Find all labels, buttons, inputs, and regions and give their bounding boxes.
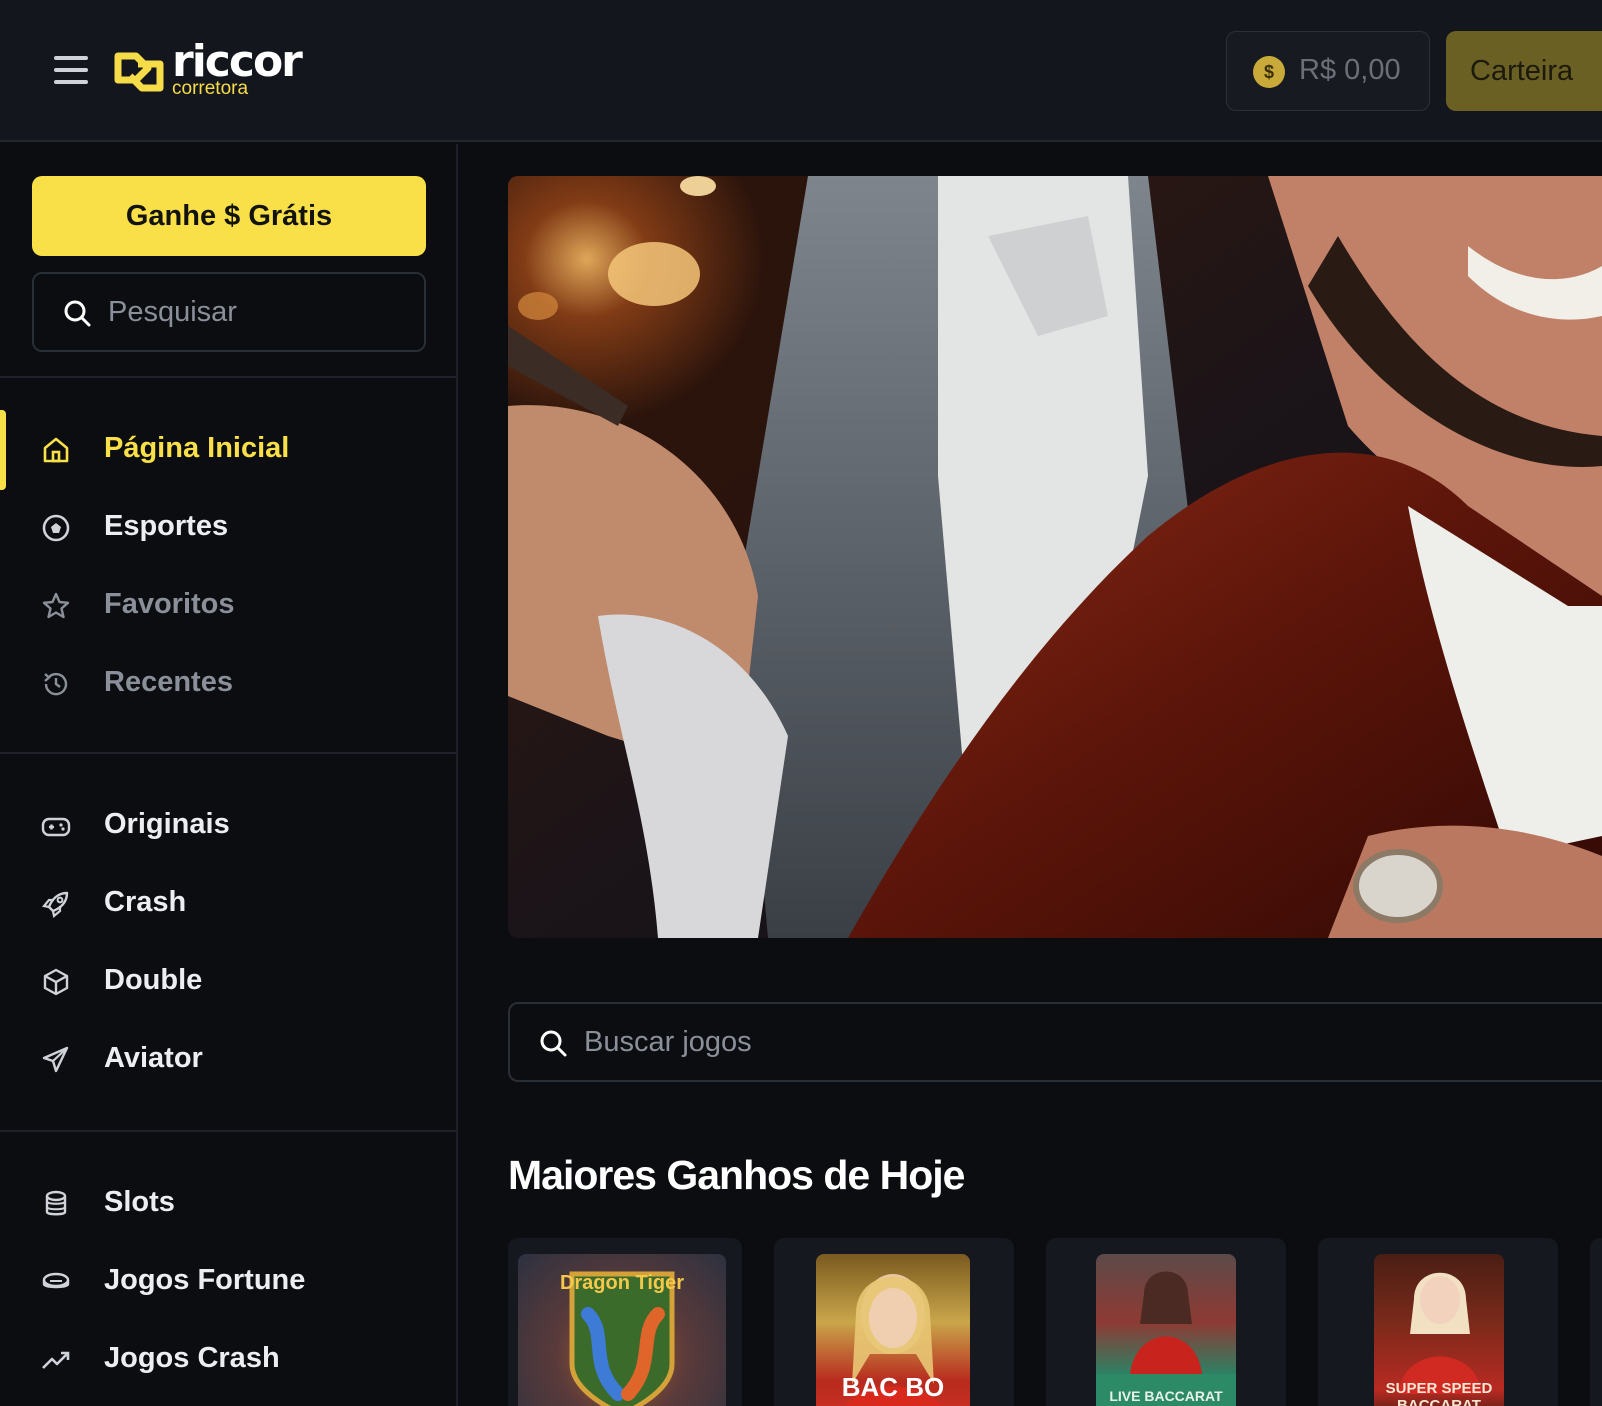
game-thumbnail: SUPER SPEED BACCARAT — [1374, 1254, 1504, 1406]
rocket-icon — [41, 891, 69, 919]
home-icon — [43, 437, 69, 463]
sidebar-item-aviator[interactable]: Aviator — [0, 1024, 456, 1094]
game-card-title: LIVE BACCARAT — [1109, 1388, 1223, 1404]
paper-plane-icon — [42, 1046, 69, 1073]
game-thumbnail: Dragon Tiger — [518, 1254, 726, 1406]
game-search-input[interactable]: Buscar jogos — [508, 1002, 1602, 1082]
game-card-title: Dragon Tiger — [559, 1272, 685, 1294]
sidebar-item-crash[interactable]: Crash — [0, 868, 456, 938]
free-bonus-button[interactable]: Ganhe $ Grátis — [32, 176, 426, 256]
game-card[interactable]: SUPER SPEED BACCARAT — [1318, 1238, 1558, 1406]
sidebar-divider — [0, 1130, 456, 1132]
sidebar-item-label: Aviator — [104, 1042, 203, 1074]
game-card[interactable]: LIVE BACCARAT — [1046, 1238, 1286, 1406]
sidebar-item-label: Página Inicial — [104, 432, 290, 464]
section-title: Maiores Ganhos de Hoje — [508, 1152, 965, 1198]
menu-icon[interactable] — [54, 56, 88, 84]
sidebar-item-favorites[interactable]: Favoritos — [0, 570, 456, 640]
brand-subtitle: corretora — [172, 78, 249, 99]
sidebar-item-label: Crash — [104, 886, 187, 918]
top-header: riccor corretora $ R$ 0,00 Carteira — [0, 0, 1602, 142]
brand-logo[interactable]: riccor corretora — [114, 36, 304, 100]
sidebar-item-recent[interactable]: Recentes — [0, 648, 456, 718]
search-icon — [64, 300, 91, 327]
logo-mark-icon — [114, 52, 164, 92]
sidebar-item-double[interactable]: Double — [0, 946, 456, 1016]
sidebar-item-label: Favoritos — [104, 588, 235, 620]
sidebar-divider — [0, 752, 456, 754]
hero-banner[interactable] — [508, 176, 1602, 938]
game-card-title: SUPER SPEED BACCARAT — [1385, 1380, 1493, 1406]
gamepad-icon — [41, 817, 71, 837]
sidebar-item-label: Jogos Fortune — [104, 1264, 306, 1296]
dealer-portrait — [1096, 1271, 1236, 1406]
sidebar-item-fortune[interactable]: Jogos Fortune — [0, 1246, 456, 1316]
sidebar-item-crash-games[interactable]: Jogos Crash — [0, 1324, 456, 1394]
game-card-partial[interactable] — [1590, 1238, 1602, 1406]
search-icon — [540, 1030, 567, 1057]
star-icon — [42, 592, 70, 619]
sidebar-item-label: Esportes — [104, 510, 229, 542]
sidebar-search-placeholder: Pesquisar — [108, 296, 237, 328]
sidebar-item-label: Recentes — [104, 666, 233, 698]
game-thumbnail: LIVE BACCARAT — [1096, 1254, 1236, 1406]
sidebar-search-input[interactable]: Pesquisar — [32, 272, 426, 352]
sidebar-item-label: Slots — [104, 1186, 175, 1218]
sidebar-item-label: Originais — [104, 808, 230, 840]
game-thumbnail: BAC BO — [816, 1254, 970, 1406]
coin-icon: $ — [1253, 56, 1285, 88]
sidebar-item-slots[interactable]: Slots — [0, 1168, 456, 1238]
sidebar-item-label: Double — [104, 964, 203, 996]
chip-icon — [42, 1272, 70, 1289]
history-icon — [44, 672, 68, 696]
balance-display[interactable]: $ R$ 0,00 — [1226, 31, 1430, 111]
game-search-placeholder: Buscar jogos — [584, 1026, 752, 1058]
sidebar: Ganhe $ Grátis Pesquisar Página Inicial … — [0, 144, 458, 1406]
game-card[interactable]: BAC BO — [774, 1238, 1014, 1406]
sidebar-item-label: Jogos Crash — [104, 1342, 280, 1374]
cube-icon — [43, 968, 69, 996]
sidebar-item-sports[interactable]: Esportes — [0, 492, 456, 562]
soccer-ball-icon — [42, 514, 70, 542]
balance-amount: R$ 0,00 — [1299, 54, 1401, 86]
game-card[interactable]: Dragon Tiger — [508, 1238, 742, 1406]
game-card-title: BAC BO — [841, 1372, 945, 1402]
sidebar-item-home[interactable]: Página Inicial — [0, 414, 456, 484]
wallet-button[interactable]: Carteira — [1446, 31, 1602, 111]
hero-banner-image — [508, 176, 1602, 938]
sidebar-item-originals[interactable]: Originais — [0, 790, 456, 860]
trending-up-icon — [42, 1351, 70, 1369]
coin-stack-icon — [45, 1190, 67, 1216]
sidebar-divider — [0, 376, 456, 378]
